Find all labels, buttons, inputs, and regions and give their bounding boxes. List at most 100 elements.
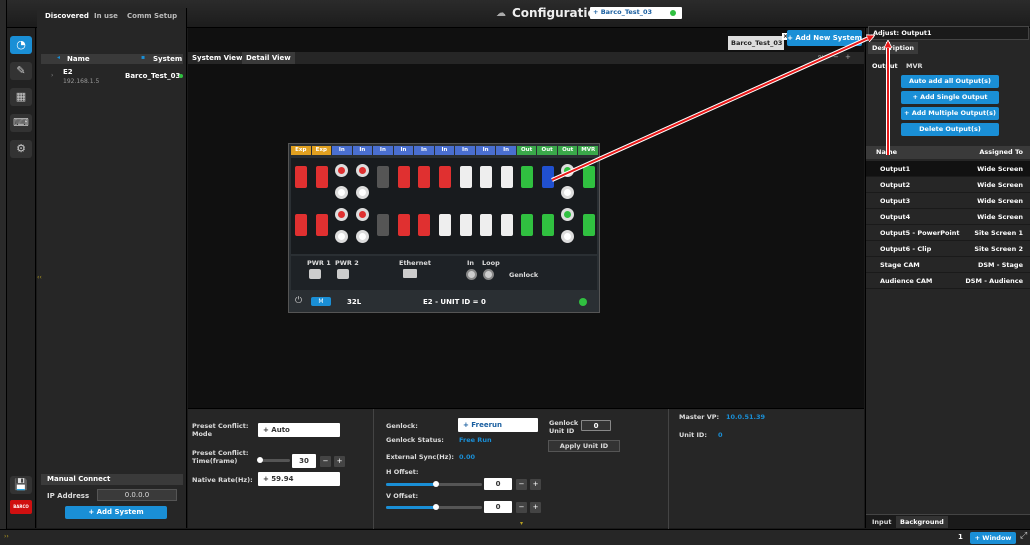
device-chassis[interactable]: Exp Exp In In In In In In In In In Out Out Out MVR PWR… — [288, 143, 600, 313]
v-offset-slider[interactable] — [386, 504, 482, 510]
tab-background[interactable]: Background — [896, 516, 948, 528]
tab-input[interactable]: Input — [872, 518, 891, 526]
port-slot[interactable] — [439, 166, 451, 188]
bnc-connector-icon[interactable] — [335, 208, 349, 221]
port-slot[interactable] — [377, 214, 390, 236]
slider-knob-icon[interactable] — [256, 457, 263, 463]
dashboard-icon[interactable]: ◔ — [10, 36, 32, 54]
increment-button[interactable]: + — [334, 456, 345, 467]
slider-knob-icon[interactable] — [432, 481, 439, 487]
output-row[interactable]: Output4 Wide Screen — [866, 209, 1030, 225]
preset-conflict-time-slider[interactable] — [256, 457, 290, 463]
output-row[interactable]: Audience CAM DSM - Audience — [866, 273, 1030, 289]
preset-conflict-time-value[interactable]: 30 — [292, 454, 316, 468]
left-collapse-rail[interactable] — [0, 0, 7, 545]
h-offset-slider[interactable] — [386, 481, 482, 487]
bnc-connector-icon[interactable] — [355, 208, 369, 221]
add-window-button[interactable]: + Window — [970, 532, 1016, 544]
decrement-button[interactable]: − — [516, 502, 527, 513]
port-slot[interactable] — [521, 214, 534, 236]
port-slot[interactable] — [418, 214, 431, 236]
output-row[interactable]: Output1 Wide Screen — [866, 161, 1030, 177]
port-slot[interactable] — [582, 214, 595, 236]
port-slot[interactable] — [521, 166, 534, 188]
increment-button[interactable]: + — [530, 502, 541, 513]
slider-knob-icon[interactable] — [432, 504, 439, 510]
edit-icon[interactable]: ✎ — [10, 62, 32, 80]
tab-mvr[interactable]: MVR — [906, 62, 923, 70]
output-row[interactable]: Output6 - Clip Site Screen 2 — [866, 241, 1030, 257]
port-slot[interactable] — [480, 214, 493, 236]
apply-unit-id-button[interactable]: Apply Unit ID — [548, 440, 620, 452]
port-slot[interactable] — [582, 166, 595, 188]
h-offset-value[interactable]: 0 — [484, 478, 512, 490]
tab-output[interactable]: Output — [872, 62, 898, 70]
port-slot[interactable] — [315, 214, 328, 236]
output-row[interactable]: Stage CAM DSM - Stage — [866, 257, 1030, 273]
port-slot[interactable] — [295, 166, 308, 188]
output-row[interactable]: Output2 Wide Screen — [866, 177, 1030, 193]
tab-discovered[interactable]: Discovered — [45, 12, 89, 20]
add-single-output-button[interactable]: + Add Single Output — [901, 91, 999, 104]
save-icon[interactable]: 💾 — [10, 476, 32, 494]
bnc-connector-icon[interactable] — [355, 164, 369, 177]
tab-description[interactable]: Description — [868, 42, 918, 54]
col-name-header[interactable]: Name — [67, 55, 90, 63]
delete-outputs-button[interactable]: Delete Output(s) — [901, 123, 999, 136]
port-slot[interactable] — [541, 214, 554, 236]
port-slot[interactable] — [480, 166, 493, 188]
keyboard-icon[interactable]: ⌨ — [10, 114, 32, 132]
collapse-handle-icon[interactable]: ‹‹ — [37, 274, 42, 281]
port-slot[interactable] — [418, 166, 431, 188]
bnc-connector-icon[interactable] — [335, 230, 349, 243]
expand-panel-icon[interactable]: ›› — [4, 533, 9, 540]
output-row[interactable]: Output3 Wide Screen — [866, 193, 1030, 209]
v-offset-value[interactable]: 0 — [484, 501, 512, 513]
preset-conflict-mode-select[interactable]: + Auto — [258, 423, 340, 437]
port-slot[interactable] — [439, 214, 451, 236]
collapse-settings-icon[interactable]: ▾ — [520, 520, 523, 527]
port-slot[interactable] — [459, 166, 472, 188]
tab-adjust-output[interactable]: Adjust: Output1 — [868, 26, 1029, 40]
ip-address-input[interactable]: 0.0.0.0 — [97, 489, 177, 501]
bnc-connector-icon[interactable] — [561, 186, 575, 199]
col-system-header[interactable]: System — [153, 55, 182, 63]
port-slot[interactable] — [377, 166, 390, 188]
filter-icon[interactable]: ▪ — [141, 54, 145, 61]
port-slot[interactable] — [315, 166, 328, 188]
expand-icon[interactable]: › — [51, 72, 53, 79]
page-number[interactable]: 1 — [958, 533, 963, 541]
port-slot[interactable] — [541, 166, 554, 188]
tab-comm-setup[interactable]: Comm Setup — [127, 12, 177, 20]
add-system-button[interactable]: + Add System — [65, 506, 167, 519]
zoom-in-icon[interactable]: + — [845, 53, 851, 61]
sort-icon[interactable]: ◂ — [57, 54, 60, 61]
native-rate-select[interactable]: + 59.94 — [258, 472, 340, 486]
add-new-system-button[interactable]: + Add New System — [787, 30, 862, 46]
port-slot[interactable] — [295, 214, 308, 236]
output-row[interactable]: Output5 - PowerPoint Site Screen 1 — [866, 225, 1030, 241]
fullscreen-icon[interactable]: ⤢ — [1020, 531, 1027, 541]
tab-in-use[interactable]: In use — [94, 12, 118, 20]
bnc-connector-icon[interactable] — [561, 208, 575, 221]
col-name-header[interactable]: Name — [876, 146, 897, 159]
port-slot[interactable] — [500, 214, 513, 236]
port-slot[interactable] — [397, 166, 410, 188]
tab-detail-view[interactable]: Detail View — [242, 52, 295, 64]
port-slot[interactable] — [459, 214, 472, 236]
genlock-select[interactable]: + Freerun — [458, 418, 538, 432]
auto-add-all-outputs-button[interactable]: Auto add all Output(s) — [901, 75, 999, 88]
add-multiple-outputs-button[interactable]: + Add Multiple Output(s) — [901, 107, 999, 120]
bnc-connector-icon[interactable] — [335, 164, 349, 177]
bnc-connector-icon[interactable] — [355, 230, 369, 243]
decrement-button[interactable]: − — [320, 456, 331, 467]
gear-icon[interactable]: ⚙ — [10, 140, 32, 158]
decrement-button[interactable]: − — [516, 479, 527, 490]
device-power-icon[interactable]: ⏻ — [295, 296, 302, 306]
col-assigned-header[interactable]: Assigned To — [979, 146, 1023, 159]
bnc-connector-icon[interactable] — [561, 164, 575, 177]
port-slot[interactable] — [500, 166, 513, 188]
tab-system-view[interactable]: System View — [192, 54, 243, 62]
increment-button[interactable]: + — [530, 479, 541, 490]
bnc-connector-icon[interactable] — [355, 186, 369, 199]
